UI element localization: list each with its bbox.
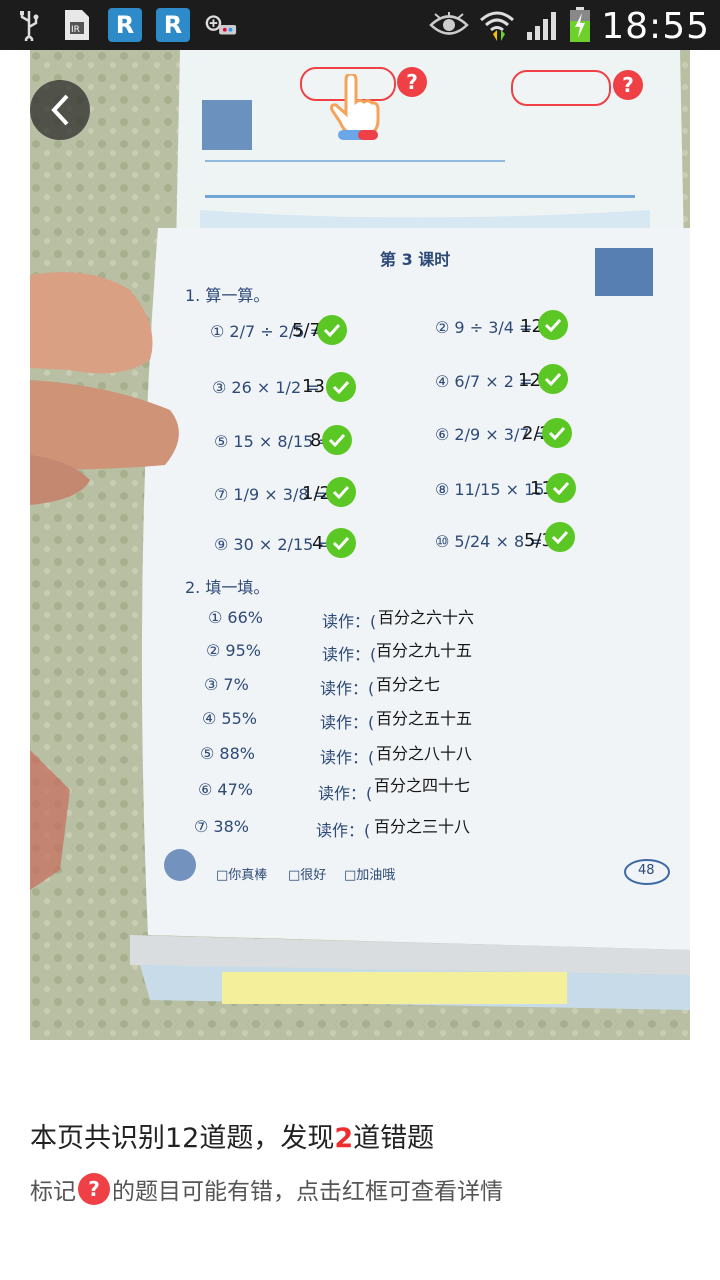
hint-prefix: 标记 bbox=[30, 1179, 76, 1205]
back-button[interactable] bbox=[30, 80, 90, 140]
footer-checkbox: □加油哦 bbox=[344, 868, 396, 883]
error-box-2[interactable] bbox=[511, 70, 611, 106]
correct-check-icon bbox=[545, 522, 575, 552]
correct-check-icon bbox=[538, 364, 568, 394]
question-mark-icon: ? bbox=[78, 1173, 110, 1205]
chevron-left-icon bbox=[51, 94, 69, 126]
gamepad-icon bbox=[204, 8, 238, 42]
tap-hand-icon bbox=[330, 72, 380, 140]
read-as-label: 读作：( bbox=[320, 679, 375, 698]
correct-check-icon bbox=[546, 473, 576, 503]
read-as-label: 读作：( bbox=[316, 821, 371, 840]
percent-question: ① 66% bbox=[208, 608, 263, 627]
usb-icon bbox=[12, 8, 46, 42]
homework-photo: 第 3 课时 1. 算一算。 ① 2/7 ÷ 2/5 = 5/7 ② 9 ÷ 3… bbox=[30, 50, 690, 1040]
read-as-label: 读作：( bbox=[318, 784, 373, 803]
error-question-icon[interactable]: ? bbox=[613, 70, 643, 100]
svg-text:IR: IR bbox=[71, 25, 80, 35]
wifi-icon bbox=[479, 8, 515, 46]
read-as-label: 读作：( bbox=[322, 645, 377, 664]
doc-icon: IR bbox=[60, 8, 94, 42]
battery-charging-icon bbox=[569, 6, 591, 47]
percent-question: ③ 7% bbox=[204, 675, 249, 694]
correct-check-icon bbox=[542, 418, 572, 448]
lesson-title: 第 3 课时 bbox=[380, 250, 451, 269]
read-as-label: 读作：( bbox=[320, 713, 375, 732]
percent-answer: 百分之六十六 bbox=[378, 608, 475, 627]
correct-check-icon bbox=[322, 425, 352, 455]
problem-answer: 4 bbox=[312, 533, 324, 554]
read-as-label: 读作：( bbox=[322, 612, 377, 631]
problem-answer: 8 bbox=[310, 430, 322, 451]
percent-question: ② 95% bbox=[206, 641, 261, 660]
error-count: 2 bbox=[334, 1123, 354, 1154]
percent-answer: 百分之八十八 bbox=[376, 744, 473, 763]
notification-icons: IR R R bbox=[12, 8, 238, 42]
percent-answer: 百分之五十五 bbox=[376, 709, 473, 728]
percent-question: ⑤ 88% bbox=[200, 744, 255, 763]
percent-answer: 百分之九十五 bbox=[376, 641, 473, 660]
correct-check-icon bbox=[326, 528, 356, 558]
error-question-icon[interactable]: ? bbox=[397, 67, 427, 97]
percent-question: ⑥ 47% bbox=[198, 780, 253, 799]
status-bar: IR R R 18:55 bbox=[0, 0, 720, 50]
clock-time: 18:55 bbox=[601, 6, 710, 47]
section2-title: 2. 填一填。 bbox=[185, 578, 270, 597]
percent-answer: 百分之四十七 bbox=[374, 776, 471, 795]
percent-answer: 百分之三十八 bbox=[374, 817, 471, 836]
correct-check-icon bbox=[538, 310, 568, 340]
problem-answer: 13 bbox=[302, 376, 325, 397]
summary-prefix: 本页共识别12道题，发现 bbox=[30, 1123, 335, 1154]
correct-check-icon bbox=[326, 477, 356, 507]
correct-check-icon bbox=[317, 315, 347, 345]
read-as-label: 读作：( bbox=[320, 748, 375, 767]
problem-question: ② 9 ÷ 3/4 = bbox=[435, 318, 533, 337]
photo-background bbox=[30, 50, 690, 1040]
percent-question: ④ 55% bbox=[202, 709, 257, 728]
result-summary: 本页共识别12道题，发现2道错题 bbox=[30, 1116, 434, 1155]
summary-suffix: 道错题 bbox=[353, 1123, 435, 1154]
footer-checkbox: □你真棒 bbox=[216, 868, 268, 883]
footer-checkbox: □很好 bbox=[288, 868, 327, 883]
app-r-icon: R bbox=[108, 8, 142, 42]
app-r-icon: R bbox=[156, 8, 190, 42]
system-icons: 18:55 bbox=[429, 6, 710, 47]
page-number: 48 bbox=[638, 863, 655, 878]
correct-check-icon bbox=[326, 372, 356, 402]
percent-answer: 百分之七 bbox=[376, 675, 441, 694]
percent-question: ⑦ 38% bbox=[194, 817, 249, 836]
section1-title: 1. 算一算。 bbox=[185, 286, 270, 305]
hint-suffix: 的题目可能有错，点击红框可查看详情 bbox=[112, 1179, 503, 1205]
hint-text: 标记 ? 的题目可能有错，点击红框可查看详情 bbox=[30, 1172, 503, 1206]
signal-icon bbox=[525, 10, 559, 44]
eye-icon bbox=[429, 11, 470, 42]
